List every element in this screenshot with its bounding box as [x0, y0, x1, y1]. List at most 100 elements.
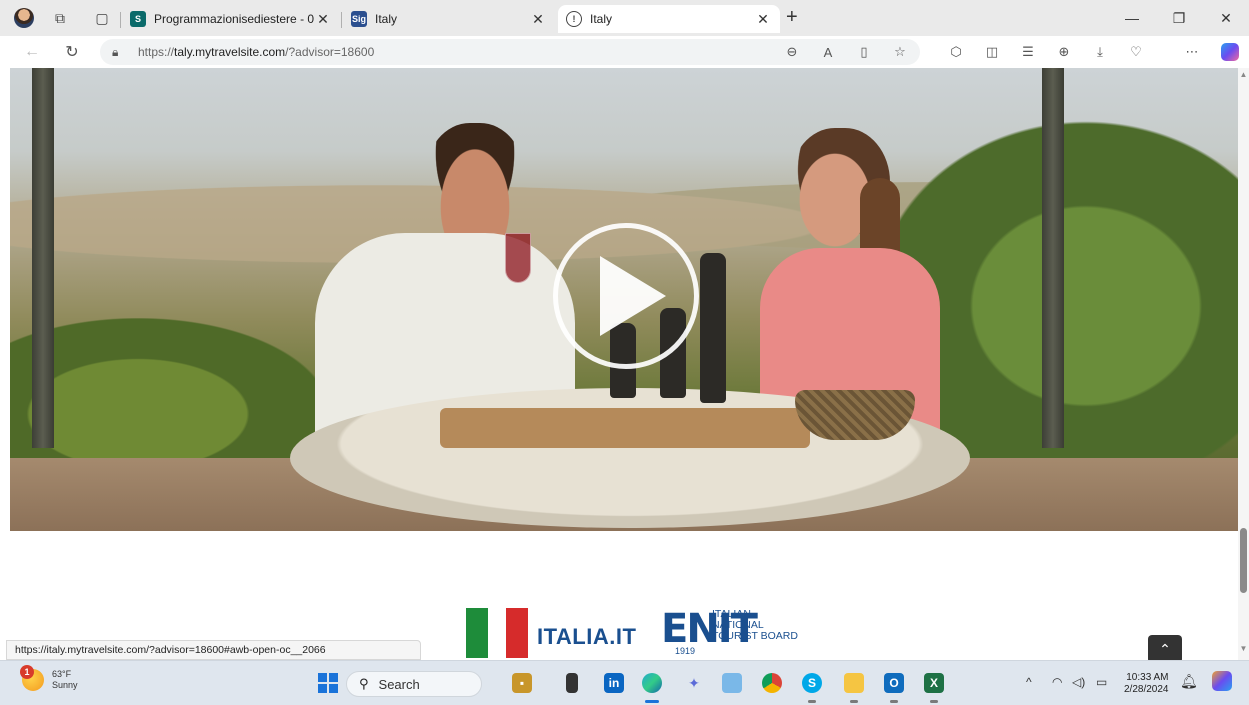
weather-text: 63°F Sunny: [52, 669, 78, 691]
wifi-icon[interactable]: ◠: [1052, 675, 1062, 689]
italy-flag-red: [506, 608, 528, 658]
search-icon: ⚲: [359, 676, 369, 691]
running-indicator: [850, 700, 858, 703]
favorite-star-icon[interactable]: ☆: [888, 40, 912, 64]
taskbar-app-briefcase[interactable]: ▪: [508, 669, 536, 697]
sharepoint-icon: S: [130, 11, 146, 27]
close-tab-icon[interactable]: ✕: [529, 11, 547, 28]
extensions-icon[interactable]: ⬡: [944, 40, 968, 64]
notifications-icon[interactable]: 🔔︎: [1180, 673, 1198, 690]
taskbar-app-outlook[interactable]: O: [880, 669, 908, 703]
back-to-top-button[interactable]: ⌃: [1148, 635, 1182, 660]
clock-time: 10:33 AM: [1126, 672, 1169, 683]
photos-icon: [722, 673, 742, 693]
notification-badge: 1: [20, 665, 34, 679]
video-bottle: [700, 253, 726, 403]
copilot-logo: [1221, 43, 1239, 61]
copilot-taskbar-icon[interactable]: [1212, 671, 1232, 691]
skype-icon: S: [802, 673, 822, 693]
enit-line: TOURIST BOARD: [712, 630, 798, 642]
tab-italy-1[interactable]: Sig Italy ✕: [343, 5, 555, 33]
read-aloud-icon[interactable]: A: [816, 40, 840, 64]
tab-italy-active[interactable]: ! Italy ✕: [558, 5, 780, 33]
more-icon[interactable]: ⋯: [1180, 40, 1204, 64]
taskbar-app-linkedin[interactable]: in: [600, 669, 628, 697]
close-tab-icon[interactable]: ✕: [314, 11, 332, 28]
taskbar-app-skype[interactable]: S: [798, 669, 826, 703]
refresh-button[interactable]: ↻: [58, 38, 86, 66]
url-host: taly.mytravelsite.com: [174, 45, 286, 59]
restore-button[interactable]: ❐: [1156, 0, 1202, 36]
copilot-icon[interactable]: [1218, 40, 1242, 64]
active-indicator: [645, 700, 659, 703]
chevron-up-icon[interactable]: ^: [1026, 675, 1032, 689]
taskbar-app-excel[interactable]: X: [920, 669, 948, 703]
start-button[interactable]: [314, 669, 342, 697]
taskbar-app-teams[interactable]: ✦: [680, 669, 708, 697]
scroll-down-arrow[interactable]: ▼: [1238, 644, 1249, 658]
collections-icon[interactable]: ⊕: [1052, 40, 1076, 64]
tab-title: Italy: [375, 12, 398, 26]
tab-programmazioni[interactable]: S Programmazionisediestere - 07 S ✕: [122, 5, 340, 33]
play-button[interactable]: [553, 223, 699, 369]
weather-widget[interactable]: 1 63°F Sunny: [20, 665, 78, 691]
workspaces-icon[interactable]: ⧉: [44, 0, 76, 36]
hero-video[interactable]: [10, 68, 1238, 531]
lock-icon[interactable]: 🔒︎: [112, 45, 126, 60]
downloads-icon[interactable]: ⤓: [1088, 40, 1112, 64]
play-icon: [600, 256, 666, 336]
taskbar: 1 63°F Sunny ⚲ Search ▪ in ✦ S O X ^ ◠ ◁…: [0, 660, 1249, 705]
back-button[interactable]: ←: [18, 38, 46, 66]
excel-icon: X: [924, 673, 944, 693]
italy-flag-green: [466, 608, 488, 658]
minimize-button[interactable]: —: [1109, 0, 1155, 36]
favorites-icon[interactable]: ☰: [1016, 40, 1040, 64]
running-indicator: [930, 700, 938, 703]
video-pillar: [1042, 68, 1064, 448]
edge-icon: [642, 673, 662, 693]
video-board: [440, 408, 810, 448]
sun-icon: 1: [20, 665, 44, 691]
status-bar-url: https://italy.mytravelsite.com/?advisor=…: [6, 640, 421, 660]
url-path: /?advisor=18600: [285, 45, 375, 59]
running-indicator: [808, 700, 816, 703]
outlook-icon: O: [884, 673, 904, 693]
taskbar-app-explorer[interactable]: [840, 669, 868, 703]
taskbar-app-files[interactable]: [558, 669, 586, 697]
scroll-up-arrow[interactable]: ▲: [1238, 70, 1249, 84]
battery-icon[interactable]: ▭: [1096, 675, 1107, 689]
search-label: Search: [378, 676, 420, 692]
tab-separator: [341, 12, 342, 28]
close-window-button[interactable]: ✕: [1203, 0, 1249, 36]
video-basket: [795, 390, 915, 440]
taskbar-app-photos[interactable]: [718, 669, 746, 697]
split-screen-icon[interactable]: ◫: [980, 40, 1004, 64]
tab-title: Italy: [590, 12, 613, 26]
scroll-thumb[interactable]: [1240, 528, 1247, 593]
close-tab-icon[interactable]: ✕: [754, 11, 772, 28]
performance-icon[interactable]: ♡: [1124, 40, 1148, 64]
tab-title: Programmazionisediestere - 07 S: [154, 12, 314, 26]
zoom-icon[interactable]: ⊖: [780, 40, 804, 64]
video-bushes: [10, 318, 330, 478]
reader-view-icon[interactable]: ▯: [852, 40, 876, 64]
windows-icon: [318, 673, 338, 693]
vertical-tabs-icon[interactable]: ▢: [86, 0, 118, 36]
sig-icon: Sig: [351, 11, 367, 27]
taskbar-app-edge[interactable]: [638, 669, 666, 703]
profile-avatar[interactable]: [8, 0, 40, 36]
video-pillar: [32, 68, 54, 448]
volume-icon[interactable]: ◁): [1072, 675, 1085, 689]
page-icon: !: [566, 11, 582, 27]
page-scrollbar[interactable]: ▲ ▼: [1238, 68, 1249, 660]
taskbar-app-chrome[interactable]: [758, 669, 786, 697]
terminal-icon: [566, 673, 578, 693]
running-indicator: [890, 700, 898, 703]
taskbar-search[interactable]: ⚲ Search: [346, 671, 482, 697]
copilot-logo: [1212, 671, 1232, 691]
italia-it-logo[interactable]: ITALIA.IT: [537, 624, 636, 650]
briefcase-icon: ▪: [512, 673, 532, 693]
taskbar-clock[interactable]: 10:33 AM 2/28/2024: [1124, 672, 1169, 696]
video-man-head: [425, 123, 525, 243]
new-tab-button[interactable]: +: [786, 6, 798, 29]
